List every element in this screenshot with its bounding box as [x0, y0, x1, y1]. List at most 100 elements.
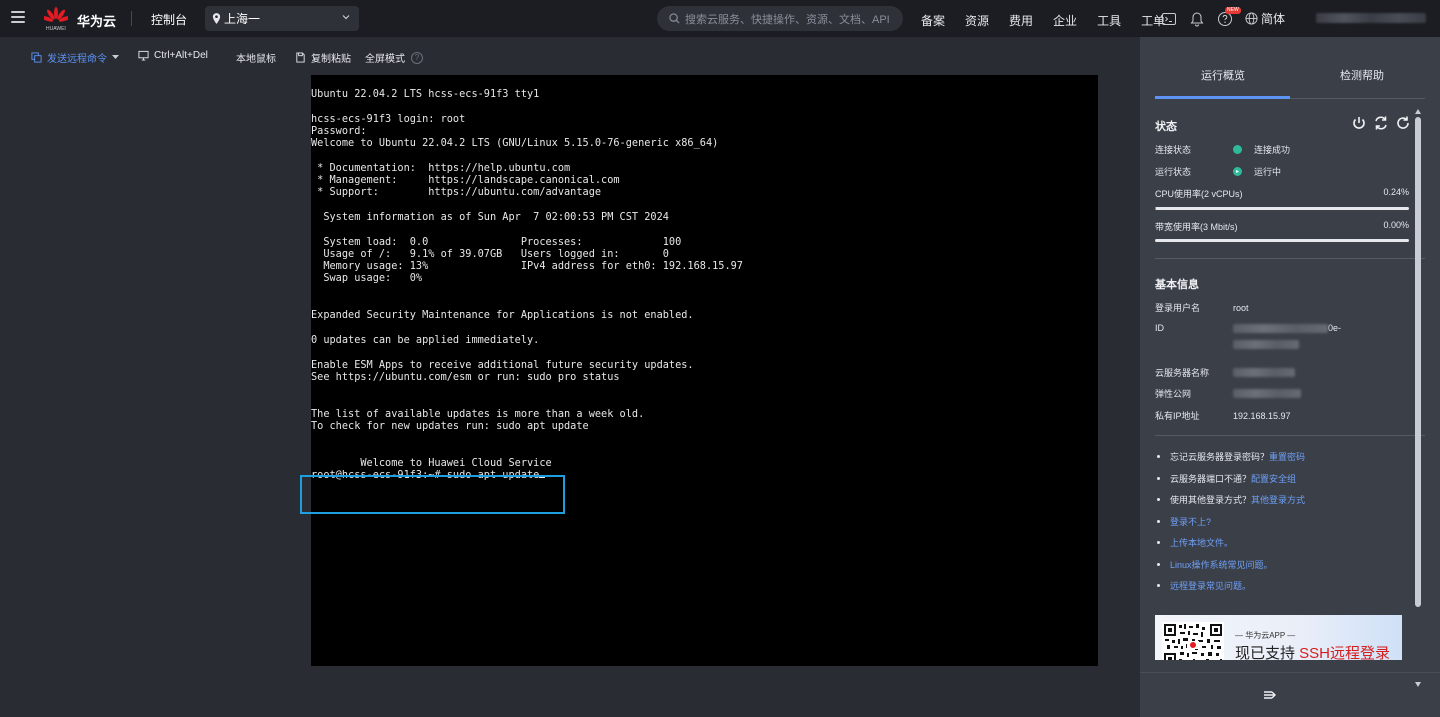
bandwidth-usage-value: 0.00% [1383, 220, 1409, 230]
new-badge: NEW [1225, 6, 1241, 14]
chevron-down-icon [342, 15, 350, 20]
region-selector[interactable]: 上海一 [205, 6, 359, 31]
help-item-security-group: 云服务器端口不通？ 配置安全组 [1157, 472, 1296, 485]
qr-code-icon [1162, 622, 1224, 660]
question-icon[interactable]: ? [411, 51, 423, 64]
terminal-output-lines: Ubuntu 22.04.2 LTS hcss-ecs-91f3 tty1 hc… [311, 88, 743, 469]
server-id-row: ID 0e- [1155, 323, 1341, 351]
language-label: 简体 [1261, 12, 1286, 26]
region-label: 上海一 [224, 12, 261, 26]
help-icon[interactable]: NEW [1217, 6, 1241, 27]
ctrl-alt-del-label: Ctrl+Alt+Del [154, 50, 208, 61]
run-status-label: 运行状态 [1155, 167, 1192, 177]
console-link[interactable]: 控制台 [151, 11, 187, 28]
server-id-label: ID [1155, 323, 1164, 333]
brand-name[interactable]: 华为云 [77, 11, 116, 30]
clipboard-icon [296, 52, 305, 63]
server-id-value: 0e- [1233, 323, 1341, 351]
language-switcher[interactable]: 简体 [1245, 10, 1285, 27]
nav-enterprise[interactable]: 企业 [1053, 12, 1077, 29]
help-item-reset-password: 忘记云服务器登录密码？ 重置密码 [1157, 450, 1305, 463]
connected-status-icon [1233, 145, 1242, 154]
send-command-dropdown[interactable]: 发送远程命令 [31, 50, 119, 65]
search-icon [669, 13, 680, 24]
remote-login-faq-link[interactable]: 远程登录常见问题。 [1170, 579, 1251, 592]
location-pin-icon [212, 13, 221, 24]
server-name-row: 云服务器名称 [1155, 366, 1295, 379]
user-account-menu[interactable] [1316, 13, 1426, 23]
global-search-input[interactable]: 搜索云服务、快捷操作、资源、文档、API [657, 6, 903, 31]
help-item-upload-file: 上传本地文件。 [1157, 536, 1233, 549]
upload-file-link[interactable]: 上传本地文件。 [1170, 536, 1233, 549]
globe-icon [1245, 12, 1258, 25]
fullscreen-button[interactable]: 全屏模式 ? [365, 50, 423, 65]
nav-filing[interactable]: 备案 [921, 12, 945, 29]
help-text: 忘记云服务器登录密码？ [1170, 452, 1270, 462]
monitor-icon [138, 50, 149, 61]
command-highlight-box [300, 475, 565, 514]
nav-tools[interactable]: 工具 [1097, 12, 1121, 29]
linux-faq-link[interactable]: Linux操作系统常见问题。 [1170, 558, 1273, 571]
bandwidth-usage-label: 带宽使用率(3 Mbit/s) [1155, 222, 1238, 232]
logo-text: HUAWEI [46, 26, 66, 32]
tab-overview[interactable]: 运行概览 [1201, 67, 1245, 83]
info-side-panel: 运行概览 检测帮助 状态 连接状态 连接成功 运行状态 ▸ 运行中 CPU使用率… [1140, 37, 1440, 717]
eip-label: 弹性公网 [1155, 389, 1192, 399]
login-user-label: 登录用户名 [1155, 303, 1201, 313]
send-command-label: 发送远程命令 [47, 54, 107, 65]
panel-tabs: 运行概览 检测帮助 [1155, 37, 1425, 99]
local-mouse-button[interactable]: 本地鼠标 [236, 50, 276, 65]
redacted-eip [1233, 389, 1301, 398]
restart-icon[interactable] [1373, 115, 1389, 131]
copy-paste-button[interactable]: 复制粘贴 [295, 50, 351, 65]
panel-footer [1140, 672, 1440, 717]
terminal-icon[interactable] [1161, 11, 1177, 27]
fullscreen-label: 全屏模式 [365, 54, 405, 65]
active-tab-indicator [1155, 96, 1290, 99]
menu-icon[interactable] [11, 11, 25, 23]
vnc-terminal-screen[interactable]: Ubuntu 22.04.2 LTS hcss-ecs-91f3 tty1 hc… [311, 75, 1098, 666]
private-ip-value: 192.168.15.97 [1233, 410, 1291, 421]
bell-icon[interactable] [1189, 11, 1205, 27]
nav-resources[interactable]: 资源 [965, 12, 989, 29]
cpu-usage-bar [1155, 207, 1409, 210]
banner-subtitle: — 华为云APP — [1235, 631, 1296, 640]
cannot-login-link[interactable]: 登录不上? [1170, 515, 1211, 528]
cpu-usage-value: 0.24% [1383, 187, 1409, 197]
help-item-cannot-login: 登录不上? [1157, 515, 1211, 528]
redacted-id-2 [1233, 340, 1299, 349]
section-divider-2 [1155, 435, 1425, 436]
search-placeholder: 搜索云服务、快捷操作、资源、文档、API [685, 13, 890, 26]
help-item-linux-faq: Linux操作系统常见问题。 [1157, 558, 1273, 571]
scroll-up-icon[interactable] [1415, 109, 1421, 114]
tab-diagnostics[interactable]: 检测帮助 [1340, 67, 1384, 83]
other-login-link[interactable]: 其他登录方式 [1251, 493, 1305, 506]
private-ip-label: 私有IP地址 [1155, 411, 1200, 421]
local-mouse-label: 本地鼠标 [236, 54, 276, 65]
collapse-panel-icon[interactable] [1263, 689, 1277, 701]
divider [131, 11, 132, 26]
connection-status-label: 连接状态 [1155, 145, 1192, 155]
run-status-value: 运行中 [1254, 167, 1282, 177]
cpu-usage-fill [1155, 207, 1156, 210]
connection-status-value: 连接成功 [1254, 145, 1291, 155]
scroll-thumb[interactable] [1415, 117, 1421, 607]
ctrl-alt-del-button[interactable]: Ctrl+Alt+Del [138, 50, 208, 61]
run-status-row: 运行状态 ▸ 运行中 [1155, 165, 1281, 178]
panel-scrollbar[interactable] [1414, 109, 1422, 687]
basic-info-title: 基本信息 [1155, 279, 1199, 291]
copy-paste-label: 复制粘贴 [311, 54, 351, 65]
power-icon[interactable] [1351, 115, 1367, 131]
top-icon-group: NEW 简体 [1161, 6, 1285, 27]
reset-password-link[interactable]: 重置密码 [1269, 450, 1305, 463]
banner-headline-prefix: 现已支持 [1235, 645, 1300, 660]
refresh-icon[interactable] [1395, 115, 1411, 131]
banner-headline-highlight: SSH远程登录 [1299, 645, 1391, 660]
cpu-usage-label: CPU使用率(2 vCPUs) [1155, 189, 1243, 199]
security-group-link[interactable]: 配置安全组 [1251, 472, 1296, 485]
top-navigation-bar: HUAWEI 华为云 控制台 上海一 搜索云服务、快捷操作、资源、文档、API … [0, 0, 1440, 37]
private-ip-row: 私有IP地址 192.168.15.97 [1155, 409, 1291, 422]
help-text: 云服务器端口不通？ [1170, 474, 1252, 484]
app-promo-banner[interactable]: — 华为云APP — 现已支持 SSH远程登录 [1155, 615, 1402, 660]
nav-billing[interactable]: 费用 [1009, 12, 1033, 29]
